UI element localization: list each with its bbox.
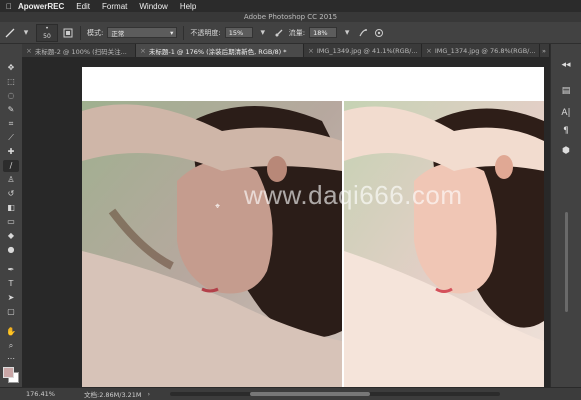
dodge-tool-icon[interactable]: ●	[3, 244, 19, 256]
brush-size-value: 50	[43, 32, 51, 40]
airbrush-icon[interactable]	[357, 27, 369, 39]
photo-after	[344, 101, 544, 387]
opacity-label: 不透明度:	[190, 28, 221, 37]
tab-document-2[interactable]: × 未标题-1 @ 176% (涂装后期清新色, RGB/8) *	[136, 44, 304, 57]
document-tabs: × 未标题-2 @ 100% (扫码关注... × 未标题-1 @ 176% (…	[22, 44, 550, 57]
eraser-tool-icon[interactable]: ◧	[3, 202, 19, 214]
document-canvas[interactable]: www.daqi666.com ⌖	[82, 67, 544, 387]
character-panel-icon[interactable]: A|	[559, 106, 573, 120]
pressure-opacity-icon[interactable]	[273, 27, 285, 39]
flow-label: 流量:	[288, 28, 306, 37]
collapse-panel-icon[interactable]: ◂◂	[559, 58, 573, 72]
photo-before	[82, 101, 342, 387]
chevron-right-icon[interactable]: ›	[148, 390, 151, 398]
history-panel-icon[interactable]: ▤	[559, 84, 573, 98]
3d-panel-icon[interactable]: ⬢	[559, 144, 573, 158]
watermark-text: www.daqi666.com	[244, 180, 463, 210]
photo-after-image	[344, 101, 544, 387]
close-icon[interactable]: ×	[308, 47, 314, 55]
tab-label: 未标题-1 @ 176% (涂装后期清新色, RGB/8) *	[148, 47, 287, 56]
mode-label: 模式:	[87, 28, 104, 37]
crop-tool-icon[interactable]: ⌗	[3, 118, 19, 130]
apple-icon[interactable]: 	[0, 2, 18, 11]
options-bar: ▾ • 50 模式: 正常 ▾ 不透明度: 15% ▾ 流量: 18% ▾	[0, 22, 581, 44]
mode-select[interactable]: 正常 ▾	[107, 27, 178, 38]
brush-tool-icon[interactable]	[4, 27, 16, 39]
opacity-value: 15%	[228, 28, 244, 37]
canvas-area[interactable]: www.daqi666.com ⌖	[22, 57, 550, 387]
divider	[183, 25, 185, 40]
menu-window[interactable]: Window	[139, 2, 167, 11]
tab-document-4[interactable]: × IMG_1374.jpg @ 76.8%(RGB/...	[422, 44, 540, 57]
tab-label: IMG_1349.jpg @ 41.1%(RGB/...	[316, 46, 418, 55]
cursor-icon: ⌖	[215, 202, 221, 212]
gradient-tool-icon[interactable]: ▭	[3, 216, 19, 228]
path-select-tool-icon[interactable]: ➤	[3, 292, 19, 304]
flow-field[interactable]: 18%	[309, 27, 338, 38]
tab-overflow-icon[interactable]: »	[540, 44, 550, 57]
tab-document-1[interactable]: × 未标题-2 @ 100% (扫码关注...	[22, 44, 136, 57]
photo-before-image	[82, 101, 342, 387]
close-icon[interactable]: ×	[426, 47, 432, 55]
chevron-down-icon[interactable]: ▾	[257, 27, 269, 39]
tab-label: IMG_1374.jpg @ 76.8%(RGB/...	[434, 46, 536, 55]
history-brush-tool-icon[interactable]: ↺	[3, 188, 19, 200]
shape-tool-icon[interactable]: ▢	[3, 306, 19, 318]
menu-help[interactable]: Help	[180, 2, 196, 11]
tools-panel: ✥ ⬚ ◌ ✎ ⌗ ⟋ ✚ ∕ ♙ ↺ ◧ ▭ ◆ ● ✒ T ➤ ▢ ✋ ⌕ …	[0, 44, 23, 387]
document-info: 文档:2.86M/3.21M	[84, 391, 142, 399]
brush-dot-icon: •	[45, 24, 49, 32]
eyedropper-tool-icon[interactable]: ⟋	[3, 132, 19, 144]
close-icon[interactable]: ×	[26, 47, 32, 55]
scrollbar-thumb[interactable]	[250, 392, 370, 396]
tab-document-3[interactable]: × IMG_1349.jpg @ 41.1%(RGB/...	[304, 44, 422, 57]
edit-toolbar-icon[interactable]: ⋯	[3, 353, 19, 365]
divider	[80, 25, 81, 40]
flow-value: 18%	[313, 28, 328, 37]
zoom-level[interactable]: 176.41%	[26, 390, 76, 398]
move-tool-icon[interactable]: ✥	[3, 62, 19, 74]
status-bar: 176.41% 文档:2.86M/3.21M ›	[0, 387, 581, 400]
window-title-bar: Adobe Photoshop CC 2015	[0, 12, 581, 22]
tab-label: 未标题-2 @ 100% (扫码关注...	[34, 47, 127, 56]
opacity-field[interactable]: 15%	[224, 27, 253, 38]
app-name-menu[interactable]: ApowerREC	[18, 2, 64, 11]
brush-tool-icon[interactable]: ∕	[3, 160, 19, 172]
pressure-size-icon[interactable]	[373, 27, 385, 39]
type-tool-icon[interactable]: T	[3, 278, 19, 290]
marquee-tool-icon[interactable]: ⬚	[3, 76, 19, 88]
lasso-tool-icon[interactable]: ◌	[3, 90, 19, 102]
right-panel-dock: ◂◂ ▤ A| ¶ ⬢	[550, 44, 581, 387]
chevron-down-icon[interactable]: ▾	[20, 27, 32, 39]
blur-tool-icon[interactable]: ◆	[3, 230, 19, 242]
chevron-down-icon[interactable]: ▾	[341, 27, 353, 39]
brush-panel-icon[interactable]	[62, 27, 74, 39]
menu-bar:  ApowerREC Edit Format Window Help	[0, 0, 581, 12]
brush-preset-picker[interactable]: • 50	[36, 23, 58, 42]
mode-value: 正常	[111, 29, 125, 38]
foreground-color-swatch[interactable]	[3, 367, 14, 378]
hand-tool-icon[interactable]: ✋	[3, 326, 19, 338]
panel-scrollbar[interactable]	[565, 212, 568, 312]
menu-format[interactable]: Format	[102, 2, 127, 11]
chevron-down-icon: ▾	[170, 28, 174, 37]
pen-tool-icon[interactable]: ✒	[3, 264, 19, 276]
window-title: Adobe Photoshop CC 2015	[243, 13, 338, 21]
clone-stamp-tool-icon[interactable]: ♙	[3, 174, 19, 186]
menu-edit[interactable]: Edit	[76, 2, 90, 11]
quick-select-tool-icon[interactable]: ✎	[3, 104, 19, 116]
paragraph-panel-icon[interactable]: ¶	[559, 124, 573, 138]
close-icon[interactable]: ×	[140, 47, 146, 55]
healing-brush-tool-icon[interactable]: ✚	[3, 146, 19, 158]
zoom-tool-icon[interactable]: ⌕	[3, 340, 19, 352]
